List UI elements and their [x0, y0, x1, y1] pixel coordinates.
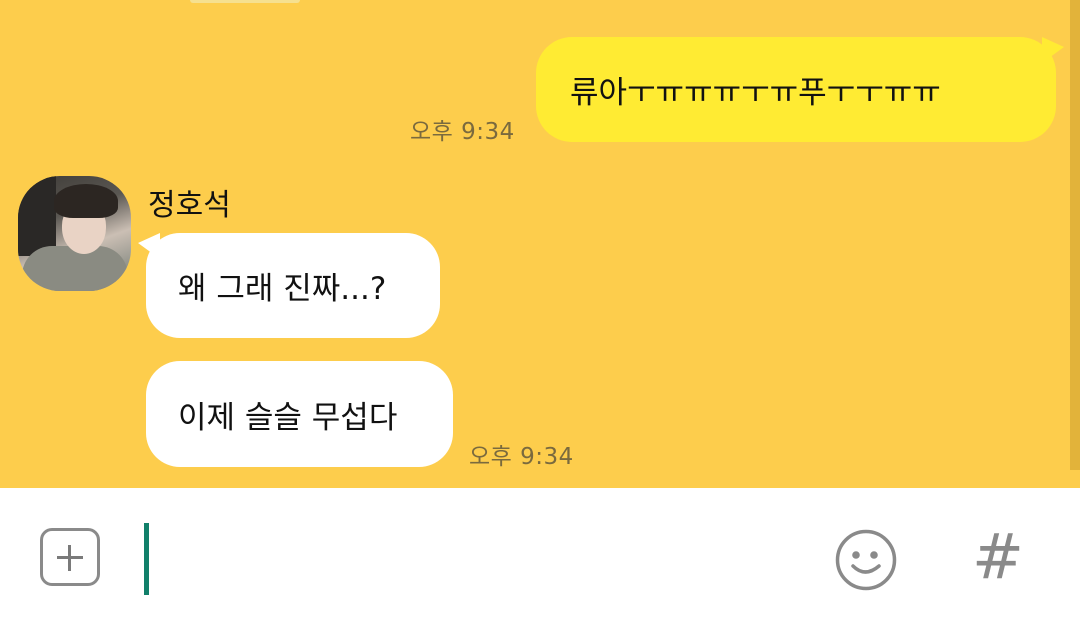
outgoing-message-text: 류아ㅜㅠㅠㅠㅜㅠ푸ㅜㅜㅠㅠ	[570, 75, 941, 111]
smiley-icon[interactable]	[834, 528, 898, 592]
bubble-tail	[1042, 37, 1064, 63]
text-input-cursor[interactable]	[144, 523, 149, 595]
sender-name: 정호석	[148, 188, 231, 223]
avatar-hair	[54, 184, 118, 218]
outgoing-message-bubble[interactable]: 류아ㅜㅠㅠㅠㅜㅠ푸ㅜㅜㅠㅠ	[536, 37, 1064, 142]
scrollbar[interactable]	[1070, 0, 1080, 470]
avatar-background	[18, 176, 56, 256]
sender-avatar[interactable]	[18, 176, 131, 291]
bubble-tail	[138, 233, 160, 259]
outgoing-timestamp: 오후 9:34	[410, 119, 515, 145]
incoming-message-text: 이제 슬슬 무섭다	[178, 399, 398, 436]
previous-message-edge	[190, 0, 300, 3]
incoming-message-bubble[interactable]: 왜 그래 진짜...?	[138, 233, 440, 338]
chat-area[interactable]: 류아ㅜㅠㅠㅠㅜㅠ푸ㅜㅜㅠㅠ 오후 9:34 정호석 왜 그래 진짜...? 이제…	[0, 0, 1080, 488]
incoming-message-text: 왜 그래 진짜...?	[178, 271, 387, 307]
plus-icon[interactable]	[40, 528, 100, 586]
message-input-bar: #	[0, 488, 1080, 631]
incoming-timestamp: 오후 9:34	[469, 444, 574, 470]
chat-screen: 류아ㅜㅠㅠㅠㅜㅠ푸ㅜㅜㅠㅠ 오후 9:34 정호석 왜 그래 진짜...? 이제…	[0, 0, 1080, 631]
avatar-jacket	[22, 246, 128, 291]
incoming-message-bubble[interactable]: 이제 슬슬 무섭다	[146, 361, 453, 467]
hashtag-search-button[interactable]: #	[972, 526, 1024, 588]
